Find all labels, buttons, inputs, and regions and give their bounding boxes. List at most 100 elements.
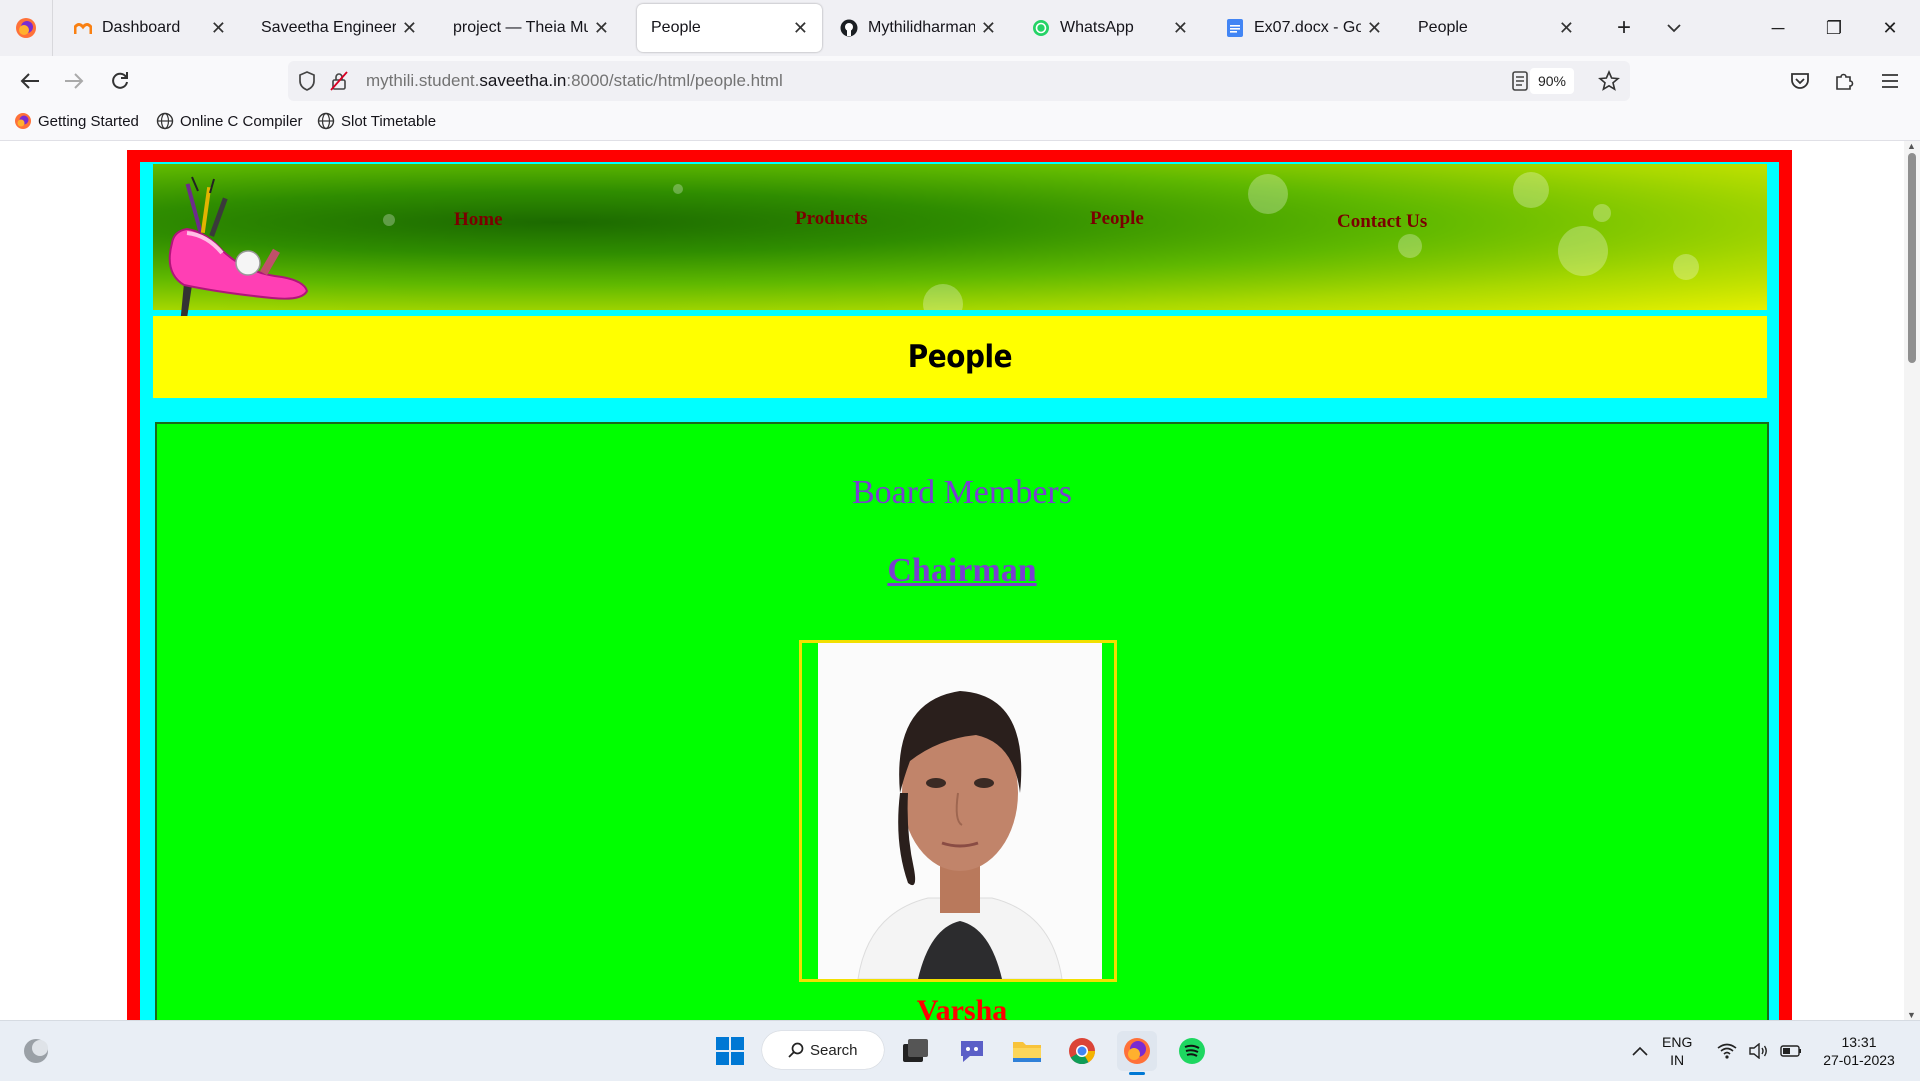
url-text[interactable]: mythili.student.saveetha.in:8000/static/…: [366, 71, 783, 91]
list-tabs-button[interactable]: [1646, 0, 1702, 56]
close-icon[interactable]: ✕: [211, 18, 226, 39]
tab-label: Ex07.docx - Googl: [1254, 19, 1361, 36]
pocket-button[interactable]: [1784, 65, 1816, 97]
back-arrow-icon: [20, 73, 39, 89]
language-indicator[interactable]: ENG IN: [1662, 1033, 1692, 1069]
search-icon: [788, 1042, 804, 1058]
wifi-status[interactable]: [1712, 1031, 1742, 1071]
close-icon[interactable]: ✕: [1173, 18, 1188, 39]
chevron-down-icon: [1667, 24, 1681, 33]
page-viewport: Home Products People Contact Us People B…: [0, 141, 1904, 1020]
page-title-bar: People: [153, 316, 1767, 398]
bookmark-label: Online C Compiler: [180, 112, 303, 130]
tab-label: WhatsApp: [1060, 19, 1134, 36]
tab-theia[interactable]: project — Theia Multi ✕: [439, 4, 623, 52]
close-icon[interactable]: ✕: [981, 18, 996, 39]
github-icon: [840, 19, 858, 37]
weather-widget-icon: [24, 1039, 48, 1063]
forward-button[interactable]: [58, 65, 90, 97]
chevron-up-icon: [1632, 1046, 1648, 1056]
show-hidden-icons-button[interactable]: [1620, 1031, 1660, 1071]
url-bar[interactable]: mythili.student.saveetha.in:8000/static/…: [288, 61, 1630, 101]
bookmark-label: Slot Timetable: [341, 112, 437, 130]
moodle-icon: [74, 19, 92, 37]
navigation-toolbar: mythili.student.saveetha.in:8000/static/…: [0, 56, 1920, 106]
close-icon[interactable]: ✕: [594, 18, 609, 39]
bookmark-online-c-compiler[interactable]: Online C Compiler: [156, 112, 303, 130]
clock[interactable]: 13:31 27-01-2023: [1818, 1033, 1900, 1069]
firefox-menu-button[interactable]: [0, 0, 53, 56]
tab-label: Saveetha Engineering: [261, 19, 396, 36]
nav-contact-us-link[interactable]: Contact Us: [1337, 211, 1427, 233]
taskbar-search[interactable]: Search: [762, 1031, 884, 1069]
firefox-icon: [14, 112, 32, 130]
app-menu-button[interactable]: [1874, 65, 1906, 97]
tab-label: People: [1418, 19, 1468, 36]
chairman-link[interactable]: Chairman: [157, 552, 1767, 590]
url-prefix: mythili.student.: [366, 71, 480, 90]
task-view-icon: [903, 1039, 928, 1062]
start-button[interactable]: [710, 1031, 750, 1071]
puzzle-icon: [1836, 73, 1854, 90]
restore-button[interactable]: ❐: [1806, 0, 1862, 56]
bookmark-getting-started[interactable]: Getting Started: [14, 112, 139, 130]
url-domain: saveetha.in: [479, 71, 567, 90]
scroll-down-arrow-icon[interactable]: ▼: [1907, 1010, 1916, 1020]
minimize-button[interactable]: ─: [1750, 0, 1806, 56]
globe-icon: [317, 112, 335, 130]
firefox-taskbar-button[interactable]: [1117, 1031, 1157, 1075]
nav-people-link[interactable]: People: [1090, 208, 1144, 230]
tab-label: Dashboard: [102, 19, 181, 36]
chairman-name: Varsha: [916, 994, 1008, 1020]
file-explorer-button[interactable]: [1007, 1031, 1047, 1071]
close-icon[interactable]: ✕: [1367, 18, 1382, 39]
task-view-button[interactable]: [896, 1031, 936, 1071]
chat-icon: [961, 1041, 983, 1062]
reload-button[interactable]: [104, 65, 136, 97]
hamburger-icon: [1882, 74, 1898, 88]
teams-chat-button[interactable]: [952, 1031, 992, 1071]
reader-view-icon[interactable]: [1512, 71, 1528, 91]
windows-taskbar: Search ENG IN 13:31 27-01-2023: [0, 1020, 1920, 1081]
bookmark-star-icon[interactable]: [1598, 70, 1620, 92]
bookmark-slot-timetable[interactable]: Slot Timetable: [317, 112, 436, 130]
clock-time: 13:31: [1841, 1034, 1877, 1050]
close-icon[interactable]: ✕: [1559, 18, 1574, 39]
insecure-lock-icon[interactable]: [330, 71, 348, 91]
page-scrollbar[interactable]: ▲ ▼: [1904, 141, 1920, 1020]
folder-icon: [1013, 1042, 1041, 1062]
tab-people-active[interactable]: People ✕: [637, 4, 822, 52]
tab-people[interactable]: People ✕: [1404, 4, 1588, 52]
battery-status[interactable]: [1776, 1031, 1806, 1071]
chrome-icon: [1069, 1038, 1096, 1065]
close-window-button[interactable]: ✕: [1862, 0, 1918, 56]
tab-dashboard[interactable]: Dashboard ✕: [60, 4, 240, 52]
tab-saveetha[interactable]: Saveetha Engineering ✕: [247, 4, 431, 52]
chrome-button[interactable]: [1062, 1031, 1102, 1071]
spotify-button[interactable]: [1172, 1031, 1212, 1071]
tab-whatsapp[interactable]: WhatsApp ✕: [1018, 4, 1202, 52]
scrollbar-thumb[interactable]: [1908, 153, 1916, 363]
wifi-icon: [1717, 1043, 1737, 1059]
close-icon[interactable]: ✕: [402, 18, 417, 39]
firefox-icon: [16, 18, 36, 38]
new-tab-button[interactable]: +: [1596, 0, 1652, 56]
speaker-icon: [1749, 1043, 1767, 1059]
back-button[interactable]: [14, 65, 46, 97]
zoom-level-button[interactable]: 90%: [1529, 68, 1574, 94]
shield-icon[interactable]: [298, 71, 316, 91]
scroll-up-arrow-icon[interactable]: ▲: [1907, 141, 1916, 151]
nav-products-link[interactable]: Products: [795, 208, 867, 230]
volume-status[interactable]: [1744, 1031, 1774, 1071]
page-title: People: [907, 339, 1013, 375]
firefox-icon: [1124, 1038, 1150, 1064]
nav-home-link[interactable]: Home: [454, 209, 503, 231]
close-icon[interactable]: ✕: [793, 18, 808, 39]
extensions-button[interactable]: [1828, 65, 1860, 97]
forward-arrow-icon: [65, 73, 84, 89]
tab-google-docs[interactable]: Ex07.docx - Googl ✕: [1212, 4, 1396, 52]
tab-github[interactable]: Mythilidharman/p ✕: [826, 4, 1010, 52]
tab-label: People: [651, 19, 701, 36]
chairman-photo: [818, 643, 1102, 979]
widgets-button[interactable]: [16, 1031, 56, 1071]
